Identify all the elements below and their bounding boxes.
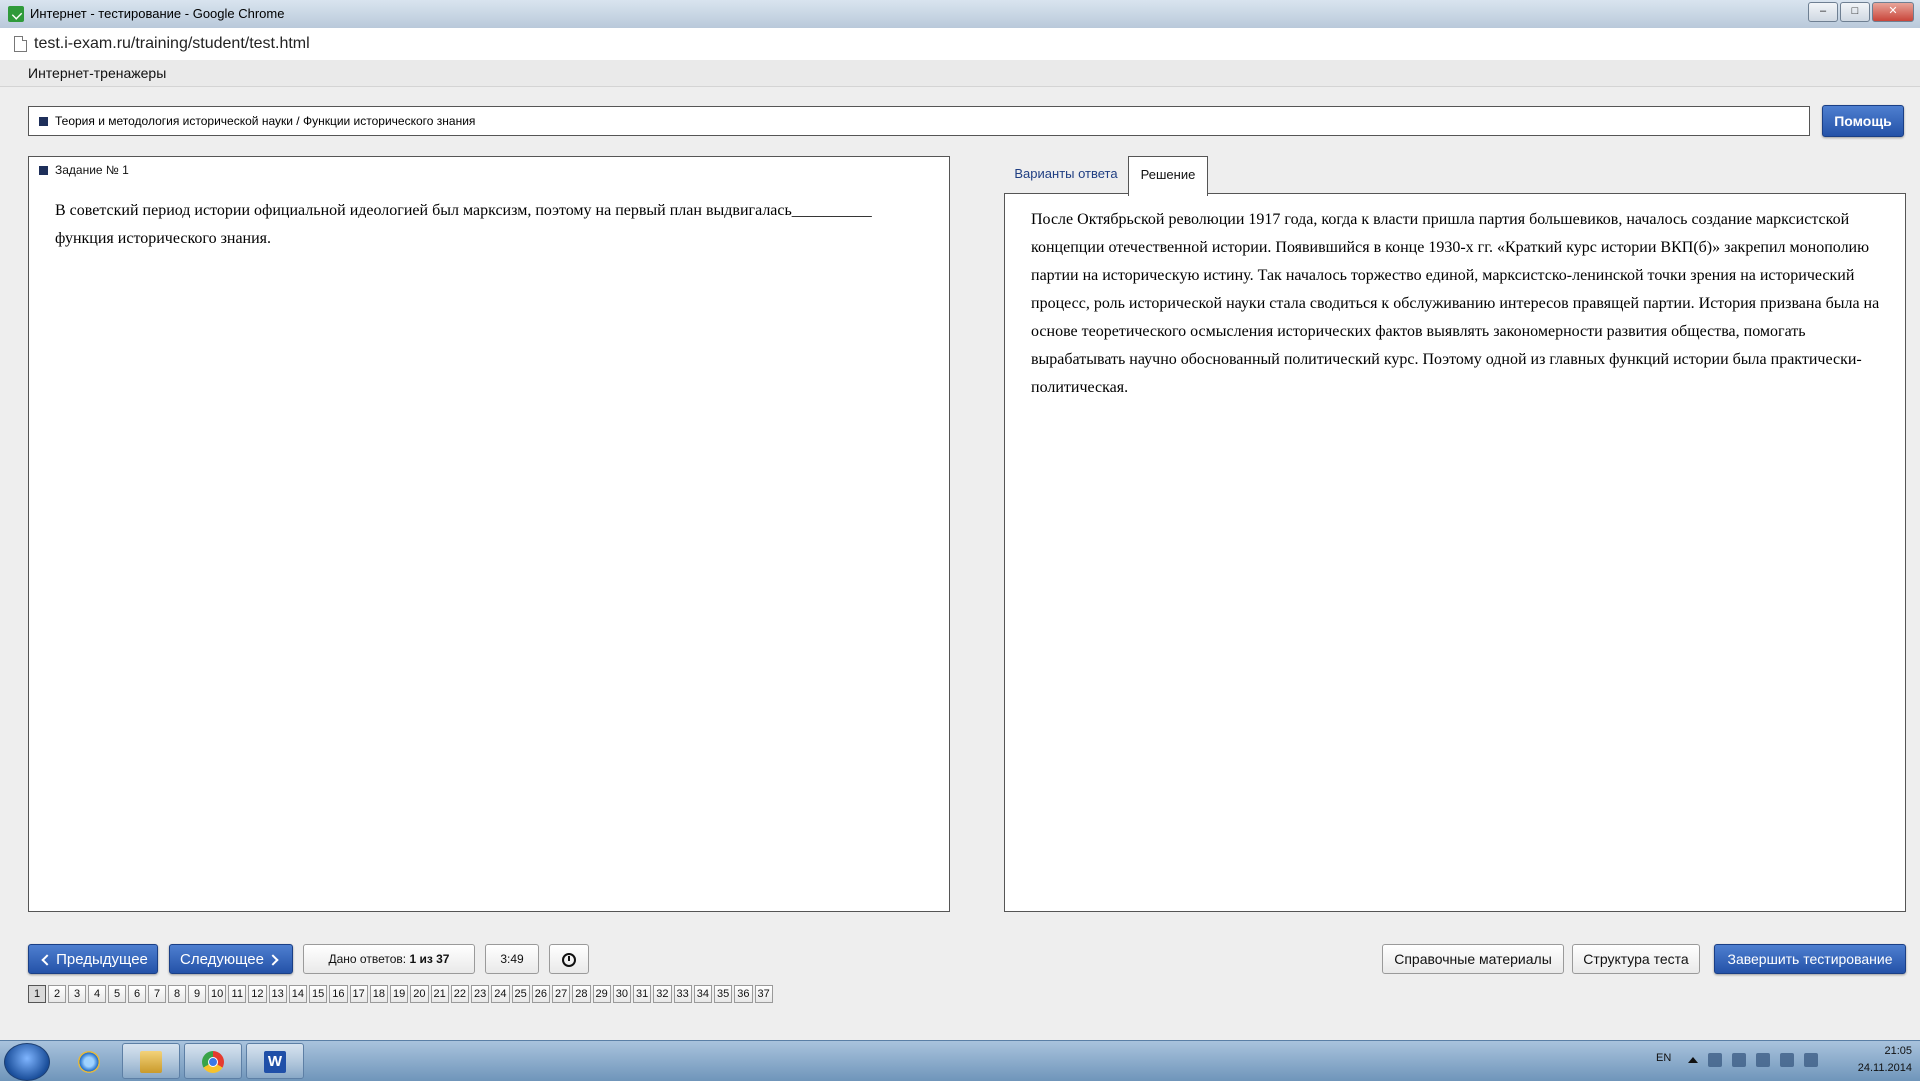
question-pager: 1 2 3 4 5 6 7 8 9 10 11 12 13 14 15 16 17 18 19 20 21 22 23 24 2…: [28, 985, 773, 1003]
chevron-left-icon: [41, 953, 53, 966]
volume-icon[interactable]: [1804, 1053, 1818, 1067]
page-number-button[interactable]: 25: [511, 985, 530, 1003]
file-explorer-icon: [140, 1051, 162, 1073]
reference-materials-button[interactable]: Справочные материалы: [1382, 944, 1564, 974]
page-number-button[interactable]: 17: [349, 985, 368, 1003]
page-number-button[interactable]: 23: [471, 985, 490, 1003]
app-name: Интернет-тренажеры: [28, 65, 167, 81]
page-number-button[interactable]: 18: [369, 985, 388, 1003]
finish-test-button[interactable]: Завершить тестирование: [1714, 944, 1906, 974]
window-title: Интернет - тестирование - Google Chrome: [30, 6, 285, 21]
taskbar-chrome[interactable]: [184, 1043, 242, 1079]
question-panel: Задание № 1 В советский период истории о…: [28, 156, 950, 912]
clock-icon: [562, 952, 576, 967]
page-number-button[interactable]: 8: [168, 985, 186, 1003]
close-button[interactable]: ✕: [1872, 2, 1914, 22]
question-text: В советский период истории официальной и…: [55, 202, 872, 247]
window-titlebar: Интернет - тестирование - Google Chrome …: [0, 0, 1920, 29]
app-icon: [8, 6, 24, 22]
display-icon[interactable]: [1780, 1053, 1794, 1067]
page-number-button[interactable]: 33: [673, 985, 692, 1003]
page-number-button[interactable]: 37: [754, 985, 773, 1003]
page-number-button[interactable]: 7: [148, 985, 166, 1003]
page-number-button[interactable]: 32: [653, 985, 672, 1003]
page-number-button[interactable]: 27: [552, 985, 571, 1003]
taskbar: W EN 21:05 24.11.2014: [0, 1040, 1920, 1081]
next-button-label: Следующее: [180, 950, 264, 968]
page-number-button[interactable]: 9: [188, 985, 206, 1003]
page-number-button[interactable]: 1: [28, 985, 46, 1003]
address-bar[interactable]: test.i-exam.ru/training/student/test.htm…: [0, 28, 1920, 61]
page-number-button[interactable]: 29: [592, 985, 611, 1003]
help-button[interactable]: Помощь: [1822, 105, 1904, 137]
taskbar-internet-explorer[interactable]: [60, 1043, 118, 1079]
page-number-button[interactable]: 14: [288, 985, 307, 1003]
page-number-button[interactable]: 13: [268, 985, 287, 1003]
internet-explorer-icon: [78, 1051, 100, 1073]
breadcrumb-text: Теория и методология исторической науки …: [55, 114, 476, 128]
previous-button[interactable]: Предыдущее: [28, 944, 158, 974]
app-header: Интернет-тренажеры: [0, 60, 1920, 87]
test-structure-button[interactable]: Структура теста: [1572, 944, 1700, 974]
page-number-button[interactable]: 10: [208, 985, 227, 1003]
page-number-button[interactable]: 2: [48, 985, 66, 1003]
page-number-button[interactable]: 21: [430, 985, 449, 1003]
answers-count: Дано ответов: 1 из 37: [303, 944, 475, 974]
network-icon[interactable]: [1708, 1053, 1722, 1067]
page-number-button[interactable]: 12: [248, 985, 267, 1003]
page-number-button[interactable]: 28: [572, 985, 591, 1003]
page-number-button[interactable]: 34: [693, 985, 712, 1003]
page-number-button[interactable]: 22: [450, 985, 469, 1003]
action-center-flag-icon[interactable]: [1756, 1053, 1770, 1067]
page-number-button[interactable]: 11: [228, 985, 247, 1003]
solution-text: После Октябрьской революции 1917 года, к…: [1031, 211, 1880, 396]
taskbar-word[interactable]: W: [246, 1043, 304, 1079]
page-number-button[interactable]: 6: [128, 985, 146, 1003]
tab-solution[interactable]: Решение: [1128, 156, 1208, 196]
page-number-button[interactable]: 30: [612, 985, 631, 1003]
windows-start-icon[interactable]: [4, 1043, 50, 1081]
page-number-button[interactable]: 20: [410, 985, 429, 1003]
clock-date[interactable]: 24.11.2014: [1852, 1062, 1912, 1074]
breadcrumb: Теория и методология исторической науки …: [28, 106, 1810, 136]
chevron-right-icon: [267, 953, 279, 966]
show-hidden-icons-icon[interactable]: [1688, 1057, 1698, 1063]
answers-count-value: 1 из 37: [409, 952, 450, 966]
page-number-button[interactable]: 31: [633, 985, 652, 1003]
page-number-button[interactable]: 4: [88, 985, 106, 1003]
minimize-button[interactable]: –: [1808, 2, 1838, 22]
page-icon: [14, 36, 27, 52]
page-number-button[interactable]: 35: [714, 985, 733, 1003]
page-number-button[interactable]: 26: [531, 985, 550, 1003]
page-number-button[interactable]: 3: [68, 985, 86, 1003]
page-number-button[interactable]: 36: [734, 985, 753, 1003]
timer-toggle-button[interactable]: [549, 944, 589, 974]
square-marker-icon: [39, 166, 48, 175]
chrome-icon: [202, 1051, 224, 1073]
taskbar-file-explorer[interactable]: [122, 1043, 180, 1079]
page-number-button[interactable]: 24: [491, 985, 510, 1003]
page-number-button[interactable]: 19: [390, 985, 409, 1003]
word-icon: W: [264, 1051, 286, 1073]
maximize-button[interactable]: □: [1840, 2, 1870, 22]
url-text[interactable]: test.i-exam.ru/training/student/test.htm…: [34, 35, 310, 53]
window-controls: – □ ✕: [1808, 2, 1914, 22]
previous-button-label: Предыдущее: [56, 950, 148, 968]
tab-answer-options[interactable]: Варианты ответа: [1004, 156, 1128, 194]
page-number-button[interactable]: 5: [108, 985, 126, 1003]
page-number-button[interactable]: 15: [309, 985, 328, 1003]
answers-count-label: Дано ответов:: [328, 952, 407, 966]
page-number-button[interactable]: 16: [329, 985, 348, 1003]
square-marker-icon: [39, 117, 48, 126]
update-icon[interactable]: [1732, 1053, 1746, 1067]
next-button[interactable]: Следующее: [169, 944, 293, 974]
solution-panel: После Октябрьской революции 1917 года, к…: [1004, 193, 1906, 912]
timer: 3:49: [485, 944, 539, 974]
language-indicator[interactable]: EN: [1656, 1052, 1671, 1064]
system-tray: [1688, 1053, 1818, 1067]
task-title: Задание № 1: [55, 163, 129, 177]
clock-time[interactable]: 21:05: [1852, 1045, 1912, 1057]
